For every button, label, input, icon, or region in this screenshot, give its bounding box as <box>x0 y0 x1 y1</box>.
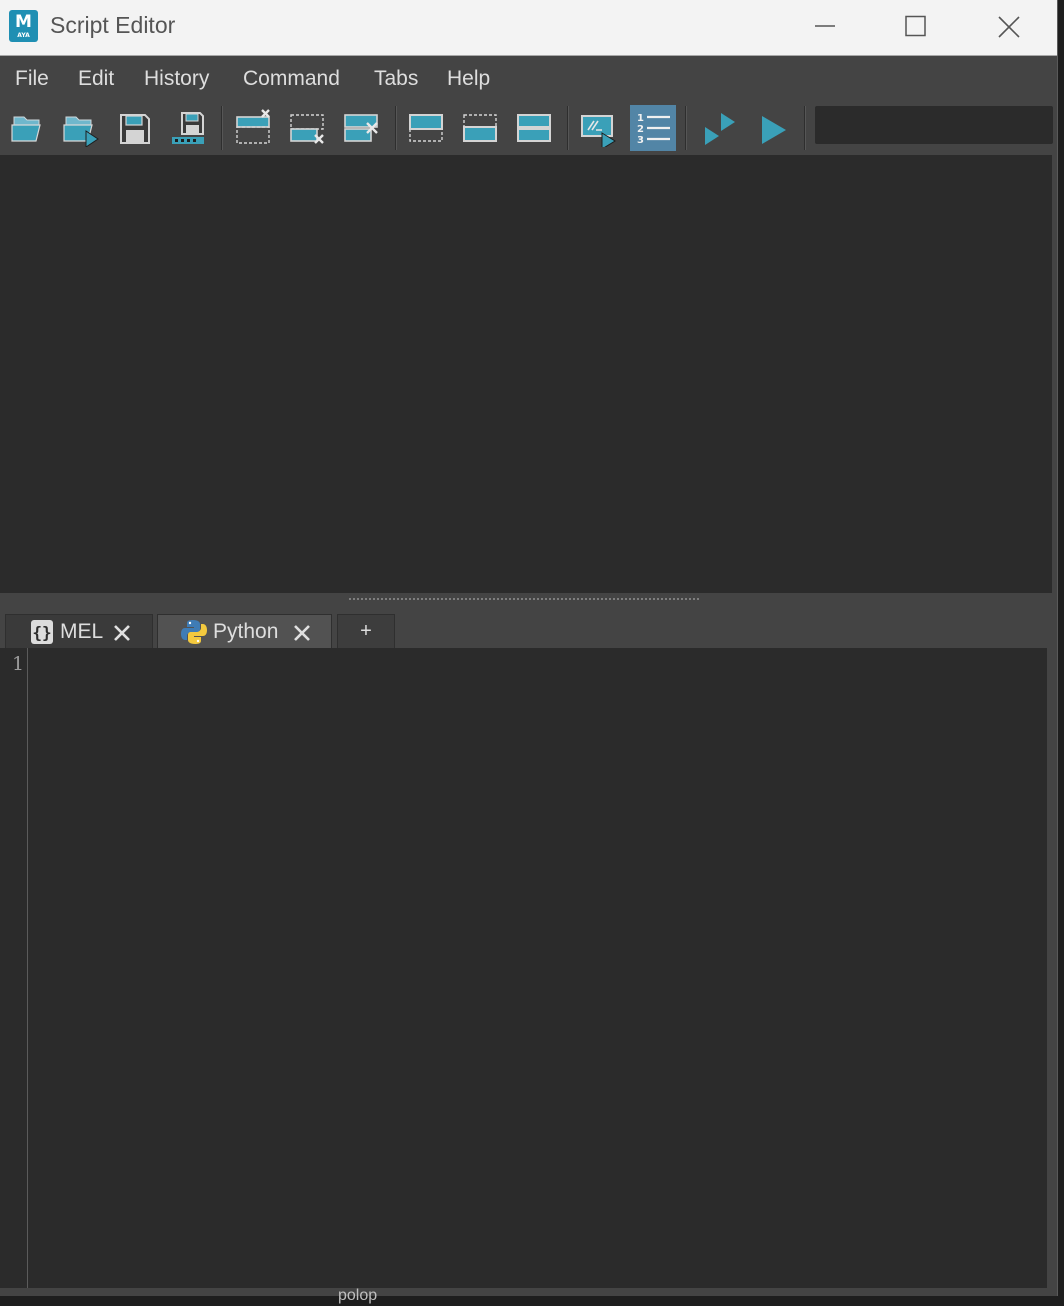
line-number-gutter: 1 <box>0 648 28 1288</box>
show-history-button[interactable] <box>403 105 449 151</box>
script-editor-window: M AYA Script Editor File Edit History Co… <box>0 0 1058 1296</box>
toolbar-separator <box>804 106 806 150</box>
clear-all-button[interactable] <box>339 105 385 151</box>
clear-history-button[interactable] <box>231 105 277 151</box>
tab-mel-label: MEL <box>60 620 104 643</box>
menu-edit[interactable]: Edit <box>78 67 114 91</box>
clear-input-button[interactable] <box>285 105 331 151</box>
pane-splitter[interactable] <box>0 594 1052 606</box>
clear-history-icon <box>236 109 270 144</box>
toolbar-separator <box>221 106 223 150</box>
history-pane[interactable] <box>0 155 1052 593</box>
maximize-icon <box>905 15 926 37</box>
logo-letter: M <box>15 12 32 32</box>
svg-text:3: 3 <box>637 135 644 146</box>
menu-bar: File Edit History Command Tabs Help <box>0 56 1057 102</box>
save-script-button[interactable] <box>112 105 158 151</box>
window-title: Script Editor <box>50 12 176 38</box>
tab-python-label: Python <box>213 620 279 643</box>
menu-file[interactable]: File <box>15 67 49 91</box>
close-icon[interactable] <box>293 624 311 642</box>
minimize-icon <box>815 25 835 27</box>
menu-history[interactable]: History <box>144 67 209 91</box>
splitter-grip <box>348 598 700 600</box>
tab-mel[interactable]: {} MEL <box>5 614 153 648</box>
execute-selected-icon <box>705 113 735 145</box>
menu-help[interactable]: Help <box>447 67 490 91</box>
show-input-button[interactable] <box>457 105 503 151</box>
open-script-button[interactable] <box>4 105 50 151</box>
save-script-icon <box>120 114 150 144</box>
toolbar-separator <box>685 106 687 150</box>
mel-braces-icon: {} <box>31 620 53 644</box>
title-bar[interactable]: M AYA Script Editor <box>0 0 1057 56</box>
show-line-numbers-icon: 1 2 3 <box>637 113 670 146</box>
clear-all-icon <box>344 114 378 142</box>
close-button[interactable] <box>963 0 1055 54</box>
save-script-to-shelf-button[interactable] <box>166 105 212 151</box>
code-editor[interactable] <box>28 648 1047 1288</box>
execute-all-button[interactable] <box>749 105 795 151</box>
source-script-icon <box>63 116 99 147</box>
show-history-only-icon <box>409 114 443 142</box>
maximize-button[interactable] <box>870 0 962 54</box>
save-script-to-shelf-icon <box>172 112 204 144</box>
close-icon[interactable] <box>113 624 131 642</box>
show-input-only-icon <box>463 114 497 142</box>
source-script-button[interactable] <box>58 105 104 151</box>
tab-python[interactable]: Python <box>157 614 332 648</box>
minimize-button[interactable] <box>779 0 871 54</box>
input-pane: 1 <box>0 648 1047 1288</box>
svg-text:{}: {} <box>32 623 51 642</box>
echo-all-commands-icon <box>581 115 616 147</box>
echo-all-commands-button[interactable] <box>576 105 622 151</box>
show-both-button[interactable] <box>511 105 557 151</box>
background-partial-text: polop <box>338 1287 378 1304</box>
tab-bar: {} MEL Python + <box>0 606 1052 648</box>
menu-command[interactable]: Command <box>243 67 340 91</box>
svg-text:1: 1 <box>637 113 644 124</box>
menu-tabs[interactable]: Tabs <box>374 67 418 91</box>
toolbar-separator <box>395 106 397 150</box>
python-logo-icon <box>181 620 207 644</box>
execute-selected-button[interactable] <box>695 105 741 151</box>
background-desktop: polop <box>0 1287 1064 1306</box>
svg-text:2: 2 <box>637 124 644 135</box>
clear-input-icon <box>290 114 324 144</box>
toolbar: 1 2 3 <box>0 102 1057 154</box>
maya-logo-icon: M AYA <box>9 10 38 42</box>
execute-all-icon <box>762 116 786 144</box>
toolbar-separator <box>567 106 569 150</box>
show-both-icon <box>517 114 551 142</box>
add-tab-button[interactable]: + <box>337 614 395 648</box>
quick-search-input[interactable] <box>815 106 1053 144</box>
logo-subtext: AYA <box>17 32 30 39</box>
open-script-icon <box>11 116 41 142</box>
line-number: 1 <box>12 653 25 675</box>
close-icon <box>998 16 1020 38</box>
show-line-numbers-button[interactable]: 1 2 3 <box>630 105 676 151</box>
